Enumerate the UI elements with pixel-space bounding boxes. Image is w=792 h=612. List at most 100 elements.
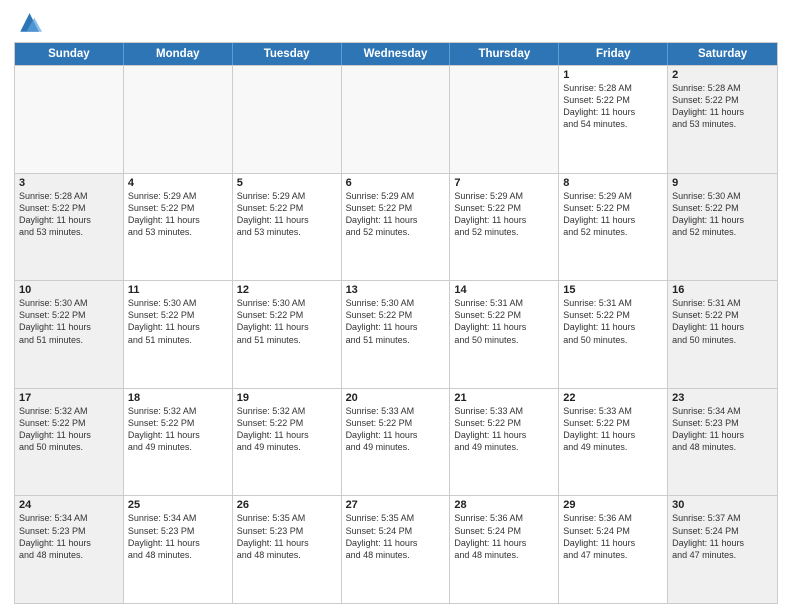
calendar-cell-1: 1Sunrise: 5:28 AM Sunset: 5:22 PM Daylig…: [559, 66, 668, 173]
day-number: 25: [128, 499, 228, 511]
day-number: 24: [19, 499, 119, 511]
day-info: Sunrise: 5:30 AM Sunset: 5:22 PM Dayligh…: [672, 190, 773, 239]
day-number: 13: [346, 284, 446, 296]
header-day-tuesday: Tuesday: [233, 43, 342, 65]
day-info: Sunrise: 5:34 AM Sunset: 5:23 PM Dayligh…: [672, 405, 773, 454]
day-number: 12: [237, 284, 337, 296]
calendar-header-row: SundayMondayTuesdayWednesdayThursdayFrid…: [15, 43, 777, 65]
calendar-cell-26: 26Sunrise: 5:35 AM Sunset: 5:23 PM Dayli…: [233, 496, 342, 603]
day-info: Sunrise: 5:35 AM Sunset: 5:23 PM Dayligh…: [237, 512, 337, 561]
day-info: Sunrise: 5:31 AM Sunset: 5:22 PM Dayligh…: [454, 297, 554, 346]
day-number: 26: [237, 499, 337, 511]
calendar-cell-15: 15Sunrise: 5:31 AM Sunset: 5:22 PM Dayli…: [559, 281, 668, 388]
page: SundayMondayTuesdayWednesdayThursdayFrid…: [0, 0, 792, 612]
calendar-cell-14: 14Sunrise: 5:31 AM Sunset: 5:22 PM Dayli…: [450, 281, 559, 388]
calendar-cell-6: 6Sunrise: 5:29 AM Sunset: 5:22 PM Daylig…: [342, 174, 451, 281]
day-info: Sunrise: 5:36 AM Sunset: 5:24 PM Dayligh…: [563, 512, 663, 561]
day-info: Sunrise: 5:30 AM Sunset: 5:22 PM Dayligh…: [237, 297, 337, 346]
day-number: 5: [237, 177, 337, 189]
day-info: Sunrise: 5:29 AM Sunset: 5:22 PM Dayligh…: [128, 190, 228, 239]
calendar-cell-7: 7Sunrise: 5:29 AM Sunset: 5:22 PM Daylig…: [450, 174, 559, 281]
calendar-cell-11: 11Sunrise: 5:30 AM Sunset: 5:22 PM Dayli…: [124, 281, 233, 388]
calendar-cell-empty-3: [342, 66, 451, 173]
calendar: SundayMondayTuesdayWednesdayThursdayFrid…: [14, 42, 778, 604]
calendar-cell-3: 3Sunrise: 5:28 AM Sunset: 5:22 PM Daylig…: [15, 174, 124, 281]
day-number: 7: [454, 177, 554, 189]
calendar-cell-empty-0: [15, 66, 124, 173]
day-number: 21: [454, 392, 554, 404]
day-number: 4: [128, 177, 228, 189]
header-day-saturday: Saturday: [668, 43, 777, 65]
day-info: Sunrise: 5:33 AM Sunset: 5:22 PM Dayligh…: [454, 405, 554, 454]
day-number: 9: [672, 177, 773, 189]
day-number: 16: [672, 284, 773, 296]
day-info: Sunrise: 5:30 AM Sunset: 5:22 PM Dayligh…: [19, 297, 119, 346]
header-day-monday: Monday: [124, 43, 233, 65]
calendar-cell-19: 19Sunrise: 5:32 AM Sunset: 5:22 PM Dayli…: [233, 389, 342, 496]
day-info: Sunrise: 5:34 AM Sunset: 5:23 PM Dayligh…: [19, 512, 119, 561]
calendar-cell-8: 8Sunrise: 5:29 AM Sunset: 5:22 PM Daylig…: [559, 174, 668, 281]
day-number: 6: [346, 177, 446, 189]
calendar-cell-16: 16Sunrise: 5:31 AM Sunset: 5:22 PM Dayli…: [668, 281, 777, 388]
calendar-row-5: 24Sunrise: 5:34 AM Sunset: 5:23 PM Dayli…: [15, 495, 777, 603]
calendar-cell-27: 27Sunrise: 5:35 AM Sunset: 5:24 PM Dayli…: [342, 496, 451, 603]
header-day-sunday: Sunday: [15, 43, 124, 65]
calendar-cell-23: 23Sunrise: 5:34 AM Sunset: 5:23 PM Dayli…: [668, 389, 777, 496]
day-info: Sunrise: 5:37 AM Sunset: 5:24 PM Dayligh…: [672, 512, 773, 561]
calendar-row-1: 1Sunrise: 5:28 AM Sunset: 5:22 PM Daylig…: [15, 65, 777, 173]
calendar-cell-10: 10Sunrise: 5:30 AM Sunset: 5:22 PM Dayli…: [15, 281, 124, 388]
day-number: 17: [19, 392, 119, 404]
day-number: 22: [563, 392, 663, 404]
day-info: Sunrise: 5:29 AM Sunset: 5:22 PM Dayligh…: [454, 190, 554, 239]
calendar-cell-25: 25Sunrise: 5:34 AM Sunset: 5:23 PM Dayli…: [124, 496, 233, 603]
calendar-cell-4: 4Sunrise: 5:29 AM Sunset: 5:22 PM Daylig…: [124, 174, 233, 281]
day-number: 19: [237, 392, 337, 404]
day-info: Sunrise: 5:29 AM Sunset: 5:22 PM Dayligh…: [237, 190, 337, 239]
day-info: Sunrise: 5:32 AM Sunset: 5:22 PM Dayligh…: [128, 405, 228, 454]
day-info: Sunrise: 5:33 AM Sunset: 5:22 PM Dayligh…: [346, 405, 446, 454]
calendar-cell-empty-1: [124, 66, 233, 173]
day-number: 27: [346, 499, 446, 511]
day-info: Sunrise: 5:29 AM Sunset: 5:22 PM Dayligh…: [563, 190, 663, 239]
day-number: 29: [563, 499, 663, 511]
calendar-cell-empty-4: [450, 66, 559, 173]
calendar-body: 1Sunrise: 5:28 AM Sunset: 5:22 PM Daylig…: [15, 65, 777, 603]
calendar-cell-30: 30Sunrise: 5:37 AM Sunset: 5:24 PM Dayli…: [668, 496, 777, 603]
day-info: Sunrise: 5:28 AM Sunset: 5:22 PM Dayligh…: [672, 82, 773, 131]
day-number: 23: [672, 392, 773, 404]
logo: [14, 10, 46, 38]
day-info: Sunrise: 5:29 AM Sunset: 5:22 PM Dayligh…: [346, 190, 446, 239]
day-number: 10: [19, 284, 119, 296]
calendar-cell-5: 5Sunrise: 5:29 AM Sunset: 5:22 PM Daylig…: [233, 174, 342, 281]
day-number: 20: [346, 392, 446, 404]
calendar-cell-21: 21Sunrise: 5:33 AM Sunset: 5:22 PM Dayli…: [450, 389, 559, 496]
calendar-cell-empty-2: [233, 66, 342, 173]
calendar-cell-13: 13Sunrise: 5:30 AM Sunset: 5:22 PM Dayli…: [342, 281, 451, 388]
day-info: Sunrise: 5:28 AM Sunset: 5:22 PM Dayligh…: [563, 82, 663, 131]
day-info: Sunrise: 5:32 AM Sunset: 5:22 PM Dayligh…: [237, 405, 337, 454]
calendar-cell-22: 22Sunrise: 5:33 AM Sunset: 5:22 PM Dayli…: [559, 389, 668, 496]
day-info: Sunrise: 5:34 AM Sunset: 5:23 PM Dayligh…: [128, 512, 228, 561]
day-number: 14: [454, 284, 554, 296]
day-info: Sunrise: 5:31 AM Sunset: 5:22 PM Dayligh…: [672, 297, 773, 346]
header-day-wednesday: Wednesday: [342, 43, 451, 65]
day-number: 11: [128, 284, 228, 296]
day-info: Sunrise: 5:33 AM Sunset: 5:22 PM Dayligh…: [563, 405, 663, 454]
day-number: 2: [672, 69, 773, 81]
day-number: 28: [454, 499, 554, 511]
calendar-cell-29: 29Sunrise: 5:36 AM Sunset: 5:24 PM Dayli…: [559, 496, 668, 603]
calendar-cell-24: 24Sunrise: 5:34 AM Sunset: 5:23 PM Dayli…: [15, 496, 124, 603]
calendar-cell-12: 12Sunrise: 5:30 AM Sunset: 5:22 PM Dayli…: [233, 281, 342, 388]
calendar-cell-20: 20Sunrise: 5:33 AM Sunset: 5:22 PM Dayli…: [342, 389, 451, 496]
day-info: Sunrise: 5:31 AM Sunset: 5:22 PM Dayligh…: [563, 297, 663, 346]
day-number: 15: [563, 284, 663, 296]
day-number: 8: [563, 177, 663, 189]
header-day-thursday: Thursday: [450, 43, 559, 65]
day-info: Sunrise: 5:30 AM Sunset: 5:22 PM Dayligh…: [128, 297, 228, 346]
calendar-row-2: 3Sunrise: 5:28 AM Sunset: 5:22 PM Daylig…: [15, 173, 777, 281]
day-number: 3: [19, 177, 119, 189]
header: [14, 10, 778, 38]
day-number: 1: [563, 69, 663, 81]
calendar-row-3: 10Sunrise: 5:30 AM Sunset: 5:22 PM Dayli…: [15, 280, 777, 388]
day-number: 30: [672, 499, 773, 511]
